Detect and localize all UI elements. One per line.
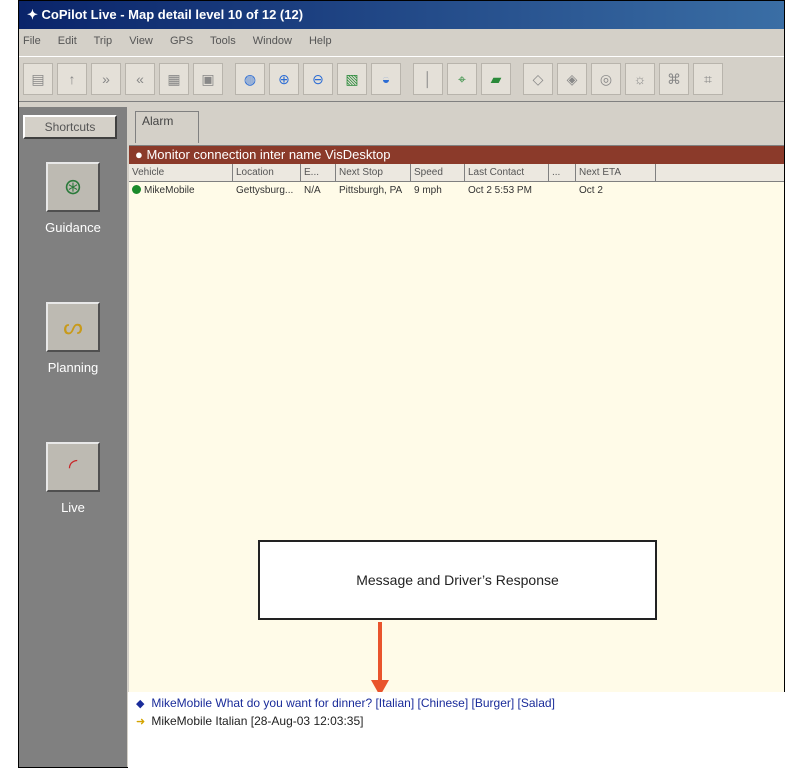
message-text: What do you want for dinner? [Italian] [… [215,696,555,710]
callout-arrow-line [378,622,382,682]
globe-icon[interactable]: ◍ [235,63,265,95]
planning-icon: ᔕ [46,302,100,352]
column-header[interactable]: Last Contact [465,164,549,181]
cell-next-stop: Pittsburgh, PA [339,185,403,196]
sidebar-item-live[interactable]: ◜ Live [19,442,127,515]
cell-vehicle: MikeMobile [129,183,233,199]
alert-icon: ● [135,147,147,162]
vehicle-panel: ● Monitor connection inter name VisDeskt… [129,145,784,767]
callout-text: Message and Driver’s Response [356,572,559,588]
menu-window[interactable]: Window [253,35,292,47]
callout-box: Message and Driver’s Response [258,540,657,620]
main-panel: Alarm ● Monitor connection inter name Vi… [129,107,784,767]
column-header[interactable]: E... [301,164,336,181]
satellite-icon[interactable]: ⌖ [447,63,477,95]
cell-x [549,183,576,199]
cell-last-contact: Oct 2 5:53 PM [468,185,532,196]
shortcuts-header[interactable]: Shortcuts [23,115,117,139]
message-item[interactable]: ◆ MikeMobile What do you want for dinner… [136,696,555,710]
window-title: CoPilot Live - Map detail level 10 of 12… [41,7,304,22]
sidebar-item-label: Planning [47,360,99,375]
message-item[interactable]: ➜ MikeMobile Italian [28-Aug-03 12:03:35… [136,714,363,728]
menu-tools[interactable]: Tools [210,35,236,47]
layout-icon[interactable]: ▣ [193,63,223,95]
menu-bar: File Edit Trip View GPS Tools Window Hel… [19,31,784,51]
message-text: Italian [28-Aug-03 12:03:35] [215,714,364,728]
table-row[interactable]: MikeMobile Gettysburg... N/A Pittsburgh,… [129,183,784,199]
route-icon[interactable]: ◒ [371,63,401,95]
cell-eta: Oct 2 [579,185,603,196]
alert-text: Monitor connection inter name VisDesktop [146,147,391,162]
app-logo-icon: ✦ [27,7,42,22]
tool-icon-4[interactable]: ☼ [625,63,655,95]
tool-icon-2[interactable]: ◈ [557,63,587,95]
message-area: ◆ MikeMobile What do you want for dinner… [128,692,785,768]
sidebar-item-guidance[interactable]: ⊛ Guidance [19,162,127,235]
app-window: ✦ CoPilot Live - Map detail level 10 of … [18,0,785,768]
back-icon[interactable]: « [125,63,155,95]
divider-icon: │ [413,63,443,95]
message-out-icon: ◆ [136,698,145,710]
column-header[interactable]: Next Stop [336,164,411,181]
live-signal-icon: ◜ [46,442,100,492]
up-icon[interactable]: ↑ [57,63,87,95]
message-sender: MikeMobile [151,714,213,728]
shortcuts-sidebar: Shortcuts ⊛ Guidance ᔕ Planning ◜ Live [19,107,127,767]
message-sender: MikeMobile [151,696,213,710]
tab-alarm[interactable]: Alarm [135,111,199,143]
alert-bar: ● Monitor connection inter name VisDeskt… [129,146,784,164]
menu-file[interactable]: File [23,35,41,47]
table-header: Vehicle Location E... Next Stop Speed La… [129,164,784,182]
title-bar: ✦ CoPilot Live - Map detail level 10 of … [19,1,784,29]
cell-location: Gettysburg... [236,185,294,196]
message-in-icon: ➜ [136,716,146,728]
menu-view[interactable]: View [129,35,153,47]
menu-trip[interactable]: Trip [94,35,113,47]
status-icon [132,185,141,194]
sidebar-item-label: Guidance [45,220,101,235]
column-header[interactable]: ... [549,164,576,181]
forward-icon[interactable]: » [91,63,121,95]
truck-icon[interactable]: ▰ [481,63,511,95]
column-header[interactable]: Vehicle [129,164,233,181]
tool-icon-5[interactable]: ⌘ [659,63,689,95]
cell-speed: 9 mph [414,185,442,196]
tool-icon-1[interactable]: ◇ [523,63,553,95]
sidebar-item-planning[interactable]: ᔕ Planning [19,302,127,375]
toolbar: ▤ ↑ » « ▦ ▣ ◍ ⊕ ⊖ ▧ ◒ │ ⌖ ▰ ◇ ◈ ◎ ☼ ⌘ ⌗ [19,56,784,102]
menu-gps[interactable]: GPS [170,35,193,47]
grid-icon[interactable]: ▦ [159,63,189,95]
menu-edit[interactable]: Edit [58,35,77,47]
column-header[interactable]: Location [233,164,301,181]
column-header[interactable]: Next ETA [576,164,656,181]
menu-help[interactable]: Help [309,35,332,47]
tool-icon-6[interactable]: ⌗ [693,63,723,95]
cell-e: N/A [304,185,321,196]
sidebar-item-label: Live [61,500,85,515]
zoom-out-icon[interactable]: ⊖ [303,63,333,95]
column-header[interactable]: Speed [411,164,465,181]
zoom-in-icon[interactable]: ⊕ [269,63,299,95]
tool-icon-3[interactable]: ◎ [591,63,621,95]
steering-wheel-icon: ⊛ [46,162,100,212]
map-icon[interactable]: ▧ [337,63,367,95]
save-icon[interactable]: ▤ [23,63,53,95]
